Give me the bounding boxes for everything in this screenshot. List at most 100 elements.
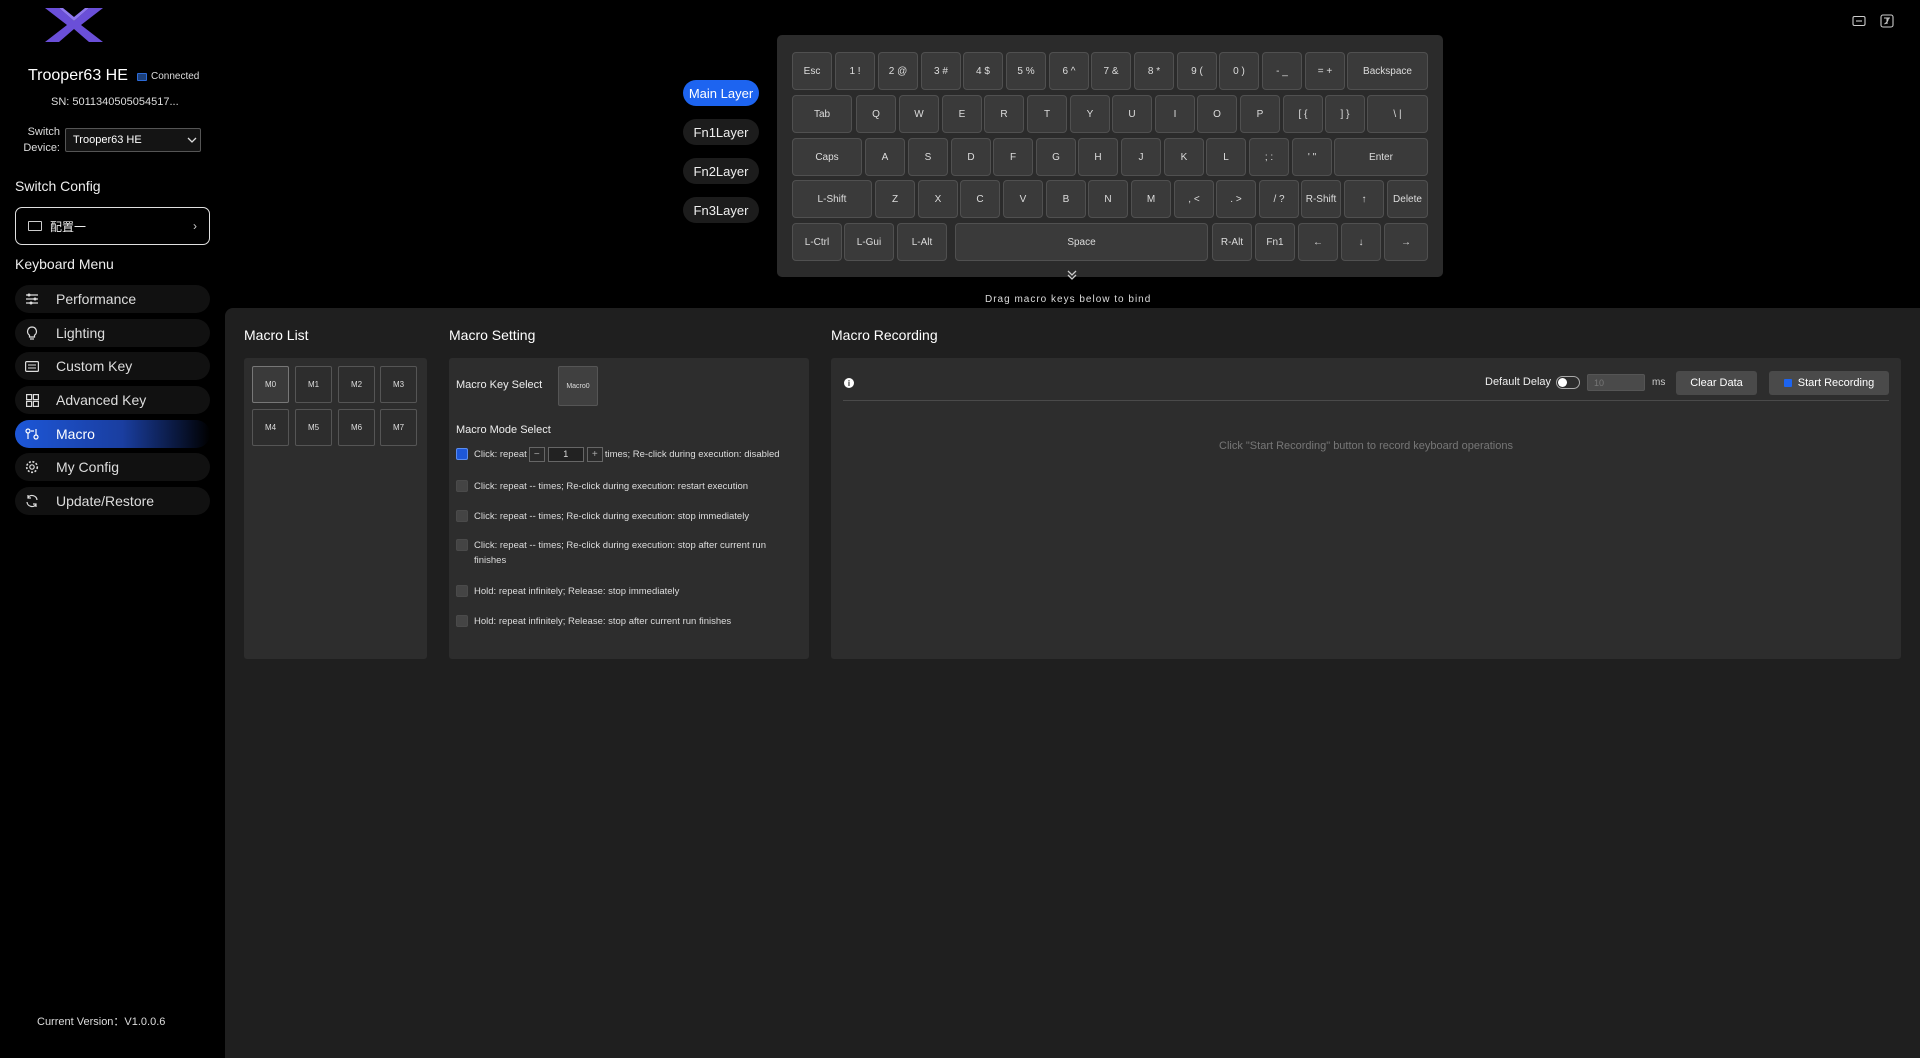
mode-checkbox[interactable] — [456, 510, 468, 522]
key-4-5[interactable]: Fn1 — [1255, 223, 1295, 261]
mode-option-2[interactable]: Click: repeat -- times; Re-click during … — [456, 479, 796, 494]
key-2-1[interactable]: A — [865, 138, 905, 176]
key-3-1[interactable]: Z — [875, 180, 915, 218]
screen-icon[interactable] — [1852, 14, 1866, 28]
key-3-10[interactable]: / ? — [1259, 180, 1299, 218]
key-0-4[interactable]: 4 $ — [963, 52, 1003, 90]
key-4-0[interactable]: L-Ctrl — [792, 223, 842, 261]
key-0-1[interactable]: 1 ! — [835, 52, 875, 90]
menu-item-advanced-key[interactable]: Advanced Key — [15, 386, 210, 415]
key-1-9[interactable]: O — [1197, 95, 1237, 133]
layer-fn3[interactable]: Fn3Layer — [683, 197, 759, 223]
key-0-12[interactable]: = + — [1305, 52, 1345, 90]
key-3-9[interactable]: . > — [1216, 180, 1256, 218]
key-4-3[interactable]: Space — [955, 223, 1208, 261]
key-1-5[interactable]: T — [1027, 95, 1067, 133]
key-2-2[interactable]: S — [908, 138, 948, 176]
macro-item-m4[interactable]: M4 — [252, 409, 289, 446]
language-icon[interactable] — [1880, 14, 1894, 28]
key-1-8[interactable]: I — [1155, 95, 1195, 133]
mode-option-3[interactable]: Click: repeat -- times; Re-click during … — [456, 509, 796, 524]
layer-fn2[interactable]: Fn2Layer — [683, 158, 759, 184]
mode-checkbox[interactable] — [456, 615, 468, 627]
key-1-7[interactable]: U — [1112, 95, 1152, 133]
key-0-8[interactable]: 8 * — [1134, 52, 1174, 90]
mode-checkbox[interactable] — [456, 585, 468, 597]
key-2-12[interactable]: Enter — [1334, 138, 1428, 176]
menu-item-my-config[interactable]: My Config — [15, 453, 210, 482]
mode-option-5[interactable]: Hold: repeat infinitely; Release: stop i… — [456, 584, 796, 599]
clear-data-button[interactable]: Clear Data — [1676, 371, 1757, 395]
key-1-0[interactable]: Tab — [792, 95, 852, 133]
key-0-10[interactable]: 0 ) — [1219, 52, 1259, 90]
mode-option-4[interactable]: Click: repeat -- times; Re-click during … — [456, 538, 796, 568]
macro-item-m5[interactable]: M5 — [295, 409, 332, 446]
key-4-6[interactable]: ← — [1298, 223, 1338, 261]
key-1-1[interactable]: Q — [856, 95, 896, 133]
mode-option-6[interactable]: Hold: repeat infinitely; Release: stop a… — [456, 614, 796, 629]
key-4-2[interactable]: L-Alt — [897, 223, 947, 261]
key-3-5[interactable]: B — [1046, 180, 1086, 218]
layer-fn1[interactable]: Fn1Layer — [683, 119, 759, 145]
mode-checkbox[interactable] — [456, 480, 468, 492]
repeat-count[interactable]: 1 — [547, 447, 584, 462]
macro-item-m3[interactable]: M3 — [380, 366, 417, 403]
key-3-0[interactable]: L-Shift — [792, 180, 872, 218]
key-3-12[interactable]: ↑ — [1344, 180, 1384, 218]
minus-icon[interactable]: − — [528, 447, 545, 462]
key-2-9[interactable]: L — [1206, 138, 1246, 176]
menu-item-update-restore[interactable]: Update/Restore — [15, 487, 210, 516]
key-0-5[interactable]: 5 % — [1006, 52, 1046, 90]
repeat-stepper[interactable]: − 1 + — [528, 447, 603, 462]
key-2-7[interactable]: J — [1121, 138, 1161, 176]
double-chevron-down-icon[interactable] — [1065, 268, 1079, 282]
key-4-8[interactable]: → — [1384, 223, 1428, 261]
key-0-6[interactable]: 6 ^ — [1049, 52, 1089, 90]
key-2-0[interactable]: Caps — [792, 138, 862, 176]
key-0-3[interactable]: 3 # — [921, 52, 961, 90]
key-2-11[interactable]: ' " — [1292, 138, 1332, 176]
key-3-13[interactable]: Delete — [1387, 180, 1428, 218]
key-0-11[interactable]: - _ — [1262, 52, 1302, 90]
info-icon[interactable]: i — [844, 378, 854, 388]
key-3-11[interactable]: R-Shift — [1301, 180, 1341, 218]
device-select[interactable]: Trooper63 HE — [65, 128, 201, 152]
key-2-8[interactable]: K — [1164, 138, 1204, 176]
key-1-2[interactable]: W — [899, 95, 939, 133]
key-1-3[interactable]: E — [942, 95, 982, 133]
key-0-9[interactable]: 9 ( — [1177, 52, 1217, 90]
key-1-6[interactable]: Y — [1070, 95, 1110, 133]
menu-item-custom-key[interactable]: Custom Key — [15, 352, 210, 381]
mode-checkbox[interactable] — [456, 448, 468, 460]
key-0-0[interactable]: Esc — [792, 52, 832, 90]
key-1-13[interactable]: \ | — [1367, 95, 1428, 133]
key-4-7[interactable]: ↓ — [1341, 223, 1381, 261]
default-delay-toggle[interactable] — [1556, 376, 1580, 389]
delay-input[interactable]: 10 — [1587, 374, 1645, 391]
menu-item-lighting[interactable]: Lighting — [15, 318, 210, 347]
key-3-3[interactable]: C — [960, 180, 1000, 218]
key-1-12[interactable]: ] } — [1325, 95, 1365, 133]
key-0-13[interactable]: Backspace — [1347, 52, 1428, 90]
key-2-5[interactable]: G — [1036, 138, 1076, 176]
config-select[interactable]: 配置一 › — [15, 207, 210, 245]
macro-item-m2[interactable]: M2 — [338, 366, 375, 403]
key-3-2[interactable]: X — [918, 180, 958, 218]
menu-item-macro[interactable]: Macro — [15, 419, 210, 448]
key-3-6[interactable]: N — [1088, 180, 1128, 218]
mode-option-1[interactable]: Click: repeat − 1 + times; Re-click duri… — [456, 447, 796, 462]
key-4-4[interactable]: R-Alt — [1212, 223, 1252, 261]
plus-icon[interactable]: + — [586, 447, 603, 462]
mode-checkbox[interactable] — [456, 539, 468, 551]
key-3-4[interactable]: V — [1003, 180, 1043, 218]
key-4-1[interactable]: L-Gui — [844, 223, 894, 261]
menu-item-performance[interactable]: Performance — [15, 285, 210, 313]
key-3-7[interactable]: M — [1131, 180, 1171, 218]
macro-item-m1[interactable]: M1 — [295, 366, 332, 403]
macro-key-select-chip[interactable]: Macro0 — [558, 366, 598, 406]
key-3-8[interactable]: , < — [1174, 180, 1214, 218]
key-1-11[interactable]: [ { — [1283, 95, 1323, 133]
key-2-6[interactable]: H — [1078, 138, 1118, 176]
key-2-4[interactable]: F — [993, 138, 1033, 176]
macro-item-m7[interactable]: M7 — [380, 409, 417, 446]
